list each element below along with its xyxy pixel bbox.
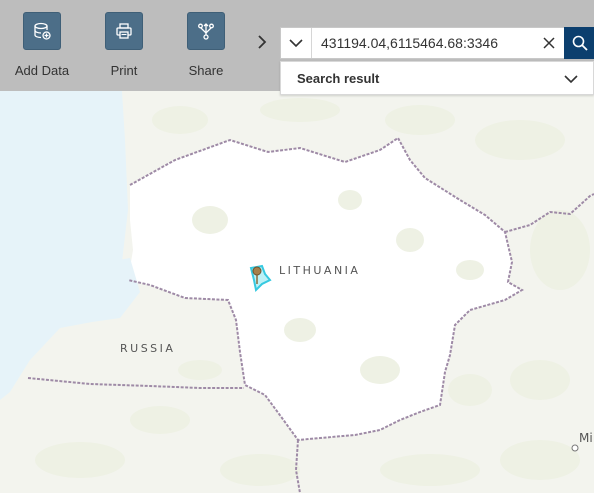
share-tool[interactable]: Share bbox=[164, 12, 248, 78]
add-data-label: Add Data bbox=[14, 63, 70, 78]
toolbar-expand-button[interactable] bbox=[254, 33, 270, 51]
close-icon bbox=[543, 37, 555, 49]
search-result-title: Search result bbox=[297, 71, 380, 86]
result-panel-toggle[interactable] bbox=[563, 71, 579, 87]
search-input[interactable] bbox=[313, 28, 533, 58]
add-data-button[interactable] bbox=[23, 12, 61, 50]
clear-search-button[interactable] bbox=[534, 28, 564, 58]
search-icon bbox=[572, 35, 588, 51]
database-add-icon bbox=[34, 22, 51, 40]
printer-icon bbox=[116, 23, 132, 39]
print-label: Print bbox=[110, 63, 138, 78]
map-label-lithuania: LITHUANIA bbox=[279, 264, 361, 277]
search-source-dropdown[interactable] bbox=[281, 28, 312, 58]
add-data-tool[interactable]: Add Data bbox=[0, 12, 84, 78]
search-button[interactable] bbox=[564, 27, 594, 59]
share-label: Share bbox=[188, 63, 224, 78]
chevron-right-icon bbox=[258, 35, 267, 49]
map-label-city: Mi bbox=[579, 431, 593, 445]
search-widget bbox=[280, 27, 594, 59]
city-point-icon bbox=[571, 444, 579, 452]
chevron-down-icon bbox=[564, 74, 578, 83]
chevron-down-icon bbox=[289, 38, 303, 47]
print-button[interactable] bbox=[105, 12, 143, 50]
share-icon bbox=[198, 23, 214, 40]
share-button[interactable] bbox=[187, 12, 225, 50]
print-tool[interactable]: Print bbox=[82, 12, 166, 78]
search-result-panel[interactable]: Search result bbox=[280, 61, 594, 95]
map-label-russia: RUSSIA bbox=[120, 342, 176, 355]
